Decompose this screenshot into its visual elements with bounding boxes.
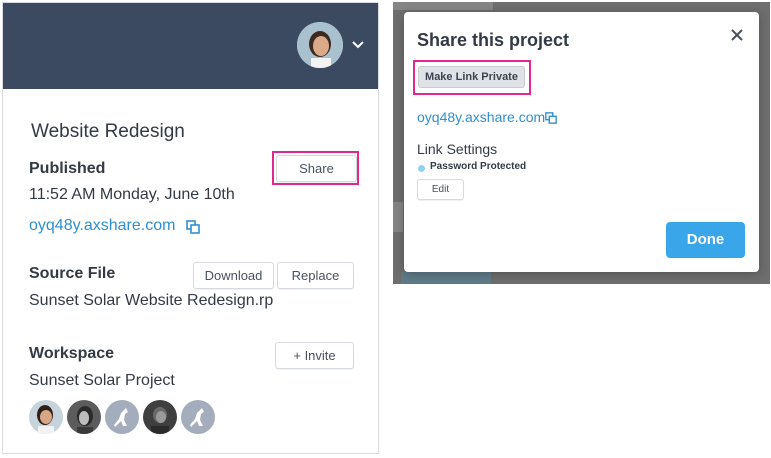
replace-button[interactable]: Replace <box>277 262 354 289</box>
background-content <box>393 202 403 232</box>
make-private-highlight <box>413 60 531 95</box>
member-avatar[interactable] <box>67 400 101 434</box>
background-content <box>393 2 493 10</box>
source-file-label: Source File <box>29 265 116 282</box>
kangaroo-icon <box>181 400 215 434</box>
project-title: Website Redesign <box>31 121 185 142</box>
member-avatar[interactable] <box>181 400 215 434</box>
kangaroo-icon <box>105 400 139 434</box>
chevron-down-icon[interactable] <box>350 37 366 53</box>
share-modal: Share this project Make Link Private oyq… <box>404 12 759 272</box>
protection-status: Password Protected <box>430 161 527 172</box>
copy-icon[interactable] <box>186 220 200 234</box>
member-avatar[interactable] <box>29 400 63 434</box>
user-avatar[interactable] <box>297 22 343 68</box>
published-timestamp: 11:52 AM Monday, June 10th <box>29 186 235 203</box>
member-avatar[interactable] <box>105 400 139 434</box>
download-button[interactable]: Download <box>193 262 274 289</box>
member-photo <box>29 400 63 434</box>
status-dot <box>418 165 425 172</box>
workspace-label: Workspace <box>29 345 115 362</box>
source-filename: Sunset Solar Website Redesign.rp <box>29 292 274 309</box>
top-header <box>3 3 378 89</box>
background-content <box>401 272 491 284</box>
modal-title: Share this project <box>417 30 570 50</box>
published-link[interactable]: oyq48y.axshare.com <box>29 217 175 235</box>
modal-share-link[interactable]: oyq48y.axshare.com <box>417 109 545 125</box>
avatar-photo <box>297 22 343 68</box>
link-settings-label: Link Settings <box>417 141 498 157</box>
close-icon[interactable] <box>730 28 744 42</box>
share-button-highlight <box>272 151 359 185</box>
workspace-name: Sunset Solar Project <box>29 372 175 389</box>
member-photo <box>67 400 101 434</box>
published-label: Published <box>29 160 106 177</box>
member-photo <box>143 400 177 434</box>
project-panel: Website Redesign Published Share 11:52 A… <box>2 2 379 454</box>
invite-button[interactable]: + Invite <box>275 342 354 369</box>
member-avatar[interactable] <box>143 400 177 434</box>
done-button[interactable]: Done <box>666 222 745 258</box>
copy-icon[interactable] <box>545 112 557 124</box>
edit-settings-button[interactable]: Edit <box>417 179 464 200</box>
